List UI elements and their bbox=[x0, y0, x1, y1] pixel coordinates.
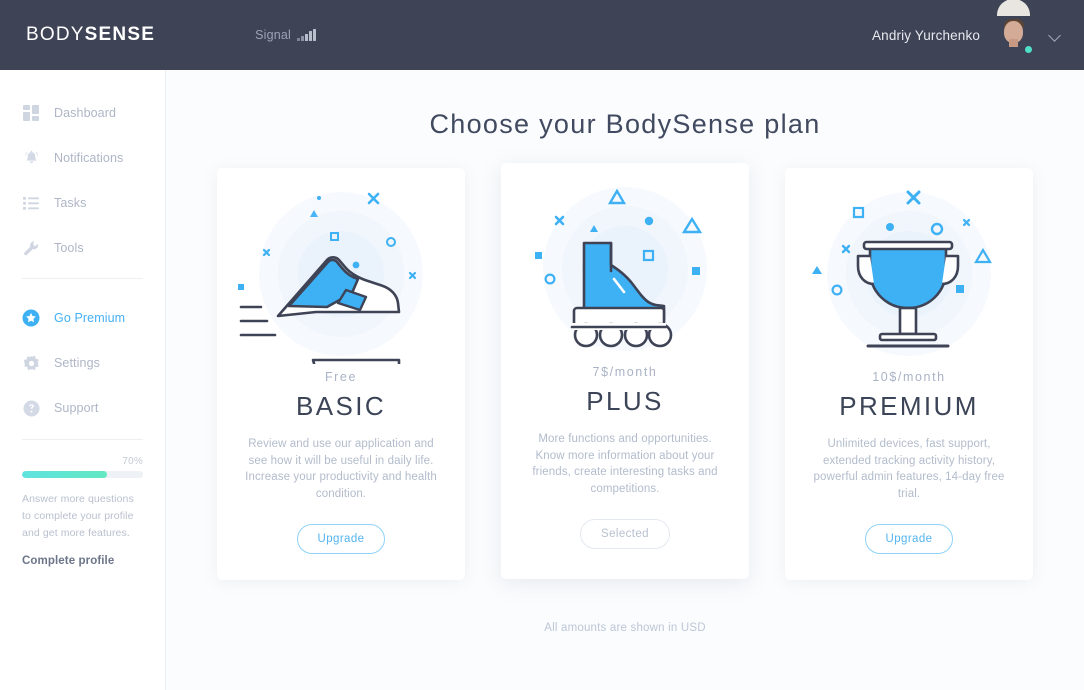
app-body: Dashboard Notifications Tasks Tools Go P… bbox=[0, 70, 1084, 690]
sidebar-item-tools[interactable]: Tools bbox=[0, 231, 165, 265]
sidebar-item-go-premium[interactable]: Go Premium bbox=[0, 301, 165, 335]
star-badge-icon bbox=[22, 309, 40, 327]
plan-card-basic[interactable]: Free BASIC Review and use our applicatio… bbox=[217, 168, 465, 580]
question-circle-icon bbox=[22, 399, 40, 417]
plan-price: 7$/month bbox=[592, 365, 658, 379]
signal-indicator: Signal bbox=[255, 28, 316, 42]
sneaker-icon bbox=[236, 188, 446, 364]
signal-label: Signal bbox=[255, 28, 292, 42]
chevron-down-icon[interactable] bbox=[1049, 29, 1062, 42]
sidebar-item-label: Dashboard bbox=[54, 106, 117, 120]
plan-action-button[interactable]: Upgrade bbox=[296, 524, 386, 554]
list-icon bbox=[22, 194, 40, 212]
plan-description: Review and use our application and see h… bbox=[245, 438, 437, 500]
sidebar-item-dashboard[interactable]: Dashboard bbox=[0, 96, 165, 130]
user-name: Andriy Yurchenko bbox=[872, 27, 980, 43]
sidebar-item-settings[interactable]: Settings bbox=[0, 346, 165, 380]
plan-price: Free bbox=[324, 370, 358, 384]
dashboard-grid-icon bbox=[22, 104, 40, 122]
progress-bar bbox=[22, 471, 143, 478]
gear-icon bbox=[22, 354, 40, 372]
wrench-icon bbox=[22, 239, 40, 257]
complete-profile-link[interactable]: Complete profile bbox=[22, 555, 143, 567]
main-content: Choose your BodySense plan Free BASIC Re… bbox=[166, 70, 1084, 690]
plan-price: 10$/month bbox=[872, 370, 946, 384]
sidebar-item-label: Tasks bbox=[54, 196, 87, 210]
roller-skate-icon bbox=[520, 183, 730, 359]
user-menu[interactable]: Andriy Yurchenko bbox=[872, 0, 1062, 56]
plan-description: More functions and opportunities. Know m… bbox=[532, 433, 718, 495]
profile-progress-block: 70% Answer more questions to complete yo… bbox=[0, 456, 165, 567]
plan-description: Unlimited devices, fast support, extende… bbox=[813, 438, 1005, 500]
plan-action-button[interactable]: Selected bbox=[580, 519, 670, 549]
plan-name: BASIC bbox=[295, 391, 387, 421]
sidebar-divider-bottom bbox=[22, 439, 143, 440]
sidebar-divider bbox=[22, 278, 143, 279]
page-title: Choose your BodySense plan bbox=[429, 109, 821, 139]
progress-percent-label: 70% bbox=[122, 456, 143, 467]
logo-text-primary: BODY bbox=[26, 24, 85, 45]
plan-card-plus[interactable]: 7$/month PLUS More functions and opportu… bbox=[501, 163, 749, 579]
avatar[interactable] bbox=[993, 0, 1034, 56]
sidebar-item-support[interactable]: Support bbox=[0, 391, 165, 425]
app-header: BODYSENSE Signal Andriy Yurchenko bbox=[0, 0, 1084, 70]
plan-name: PLUS bbox=[586, 386, 664, 416]
sidebar-item-label: Notifications bbox=[54, 151, 124, 165]
sidebar-item-label: Tools bbox=[54, 241, 84, 255]
currency-footnote: All amounts are shown in USD bbox=[544, 622, 706, 634]
progress-bar-fill bbox=[22, 471, 107, 478]
sidebar-item-label: Support bbox=[54, 401, 99, 415]
plan-name: PREMIUM bbox=[839, 391, 979, 421]
sidebar-item-notifications[interactable]: Notifications bbox=[0, 141, 165, 175]
sidebar-item-tasks[interactable]: Tasks bbox=[0, 186, 165, 220]
bell-icon bbox=[22, 149, 40, 167]
app-logo[interactable]: BODYSENSE bbox=[26, 24, 155, 46]
plan-action-button[interactable]: Upgrade bbox=[864, 524, 954, 554]
sidebar-item-label: Settings bbox=[54, 356, 100, 370]
trophy-icon bbox=[804, 188, 1014, 364]
status-badge bbox=[1023, 43, 1034, 55]
sidebar: Dashboard Notifications Tasks Tools Go P… bbox=[0, 70, 166, 690]
signal-bars-icon bbox=[297, 28, 316, 42]
sidebar-item-label: Go Premium bbox=[54, 311, 126, 325]
logo-text-secondary: SENSE bbox=[84, 24, 156, 45]
progress-description: Answer more questions to complete your p… bbox=[22, 493, 134, 539]
plan-card-premium[interactable]: 10$/month PREMIUM Unlimited devices, fas… bbox=[785, 168, 1033, 580]
pricing-cards: Free BASIC Review and use our applicatio… bbox=[166, 163, 1084, 580]
